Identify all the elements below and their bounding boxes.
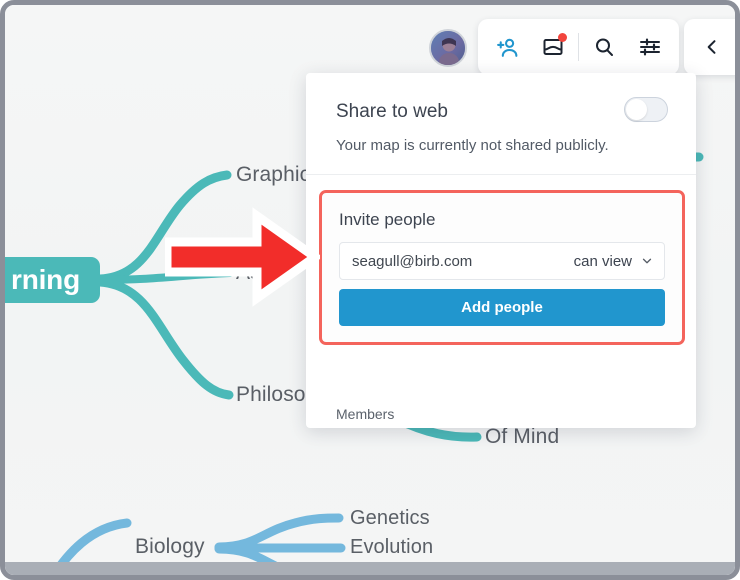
share-to-web-toggle[interactable]: [624, 97, 668, 122]
invite-email-input[interactable]: seagull@birb.com: [352, 253, 574, 270]
add-people-label: Add people: [461, 299, 543, 316]
mindmap-node-of-mind[interactable]: Of Mind: [485, 425, 559, 449]
share-panel: Share to web Your map is currently not s…: [306, 73, 696, 428]
toolbar-divider: [578, 33, 579, 61]
chevron-down-icon[interactable]: [640, 254, 654, 268]
share-to-web-title: Share to web: [336, 101, 448, 122]
share-to-web-description: Your map is currently not shared publicl…: [336, 137, 609, 154]
search-button[interactable]: [581, 24, 627, 70]
mindmap-root-node[interactable]: rning: [5, 257, 100, 303]
invite-people-section: Invite people seagull@birb.com can view …: [319, 190, 685, 345]
inbox-button[interactable]: [530, 24, 576, 70]
top-toolbar: [478, 19, 679, 75]
inbox-notification-badge: [558, 33, 567, 42]
mindmap-node-biology[interactable]: Biology: [135, 535, 205, 559]
invite-people-title: Invite people: [339, 210, 436, 229]
mindmap-node-evolution[interactable]: Evolution: [350, 536, 433, 559]
search-icon: [596, 38, 613, 56]
mindmap-node-astro[interactable]: As: [236, 261, 261, 285]
invite-permission-value[interactable]: can view: [574, 253, 632, 270]
mindmap-node-genetics[interactable]: Genetics: [350, 507, 430, 530]
add-person-button[interactable]: [484, 24, 530, 70]
settings-button[interactable]: [627, 24, 673, 70]
mindmap-node-philoso[interactable]: Philoso: [236, 383, 306, 407]
settings-sliders-icon: [640, 38, 660, 56]
members-title: Members: [336, 406, 395, 422]
chevron-left-icon: [707, 40, 716, 54]
canvas-bottom-strip: [5, 562, 735, 575]
add-people-button[interactable]: Add people: [339, 289, 665, 326]
add-person-icon: [496, 38, 517, 57]
toggle-knob: [626, 99, 647, 120]
invite-input-row[interactable]: seagull@birb.com can view: [339, 242, 665, 280]
mindmap-node-graphic[interactable]: Graphic: [236, 163, 310, 187]
mindmap-root-label: rning: [11, 264, 80, 295]
user-avatar[interactable]: [429, 29, 467, 67]
share-to-web-section: Share to web Your map is currently not s…: [306, 73, 696, 175]
collapse-sidebar-button[interactable]: [684, 19, 735, 75]
members-section: Members You owner: [336, 406, 671, 428]
app-window: rning Graphic As Philoso Of Mind Biology…: [0, 0, 740, 580]
